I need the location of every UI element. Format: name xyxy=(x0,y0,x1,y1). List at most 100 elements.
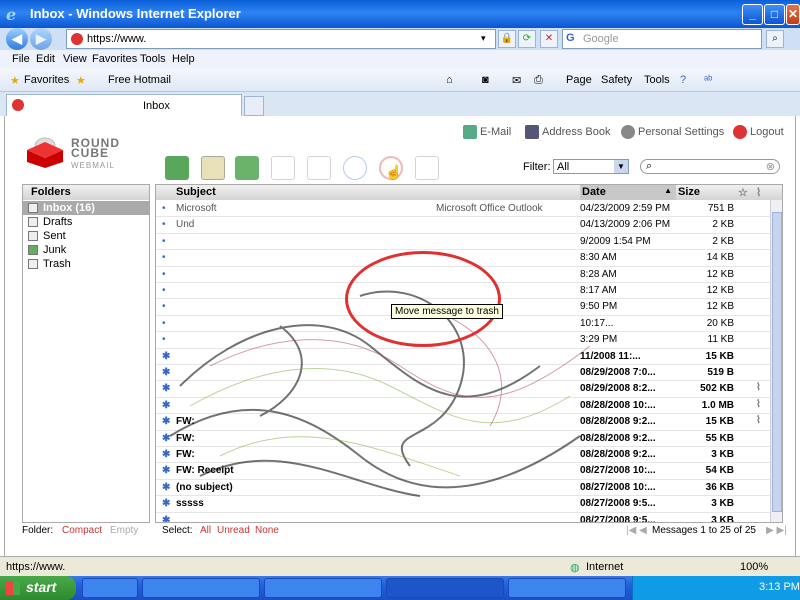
settings-link[interactable]: Personal Settings xyxy=(621,125,724,139)
read-icon: • xyxy=(162,285,166,296)
logout-link[interactable]: Logout xyxy=(733,125,784,139)
table-row[interactable]: • Microsoft Microsoft Office Outlook 04/23/… xyxy=(156,201,770,218)
check-mail-button[interactable] xyxy=(165,156,189,180)
table-row[interactable]: ✱ FW: 08/28/2008 9:2... 3 KB xyxy=(156,447,770,464)
reply-all-button[interactable] xyxy=(307,156,331,180)
message-list-header: Subject Date ▲ Size ☆ ⌇ xyxy=(156,185,782,200)
table-row[interactable]: ✱ sssss 08/27/2008 9:5... 3 KB xyxy=(156,496,770,513)
filter-select[interactable]: All ▼ xyxy=(553,159,629,174)
maximize-button[interactable]: □ xyxy=(764,4,785,25)
table-row[interactable]: ✱ 08/29/2008 7:0... 519 B xyxy=(156,365,770,382)
email-link[interactable]: E-Mail xyxy=(463,125,511,139)
menu-file[interactable]: File xyxy=(12,53,30,65)
message-size: 3 KB xyxy=(711,514,734,523)
spell-icon[interactable]: ᵃᵇ xyxy=(704,74,712,86)
reply-button[interactable] xyxy=(271,156,295,180)
compose-button[interactable] xyxy=(201,156,225,180)
table-row[interactable]: ✱ 11/2008 11:... 15 KB xyxy=(156,349,770,365)
message-size: 20 KB xyxy=(706,317,734,329)
table-row[interactable]: ✱ 08/28/2008 10:... 1.0 MB ⌇ xyxy=(156,398,770,415)
mail-icon[interactable]: ✉ xyxy=(512,74,521,87)
home-icon[interactable]: ⌂ xyxy=(446,74,453,86)
free-hotmail-link[interactable]: Free Hotmail xyxy=(108,74,171,86)
attachment-icon: ⌇ xyxy=(756,382,761,394)
quicklaunch[interactable] xyxy=(82,578,138,598)
refresh-icon[interactable]: ⟳ xyxy=(518,30,536,48)
table-row[interactable]: ✱ FW: Receipt 08/27/2008 10:... 54 KB xyxy=(156,463,770,480)
taskbar-item-2[interactable] xyxy=(264,578,382,598)
folder-drafts[interactable]: Drafts xyxy=(23,215,149,229)
taskbar-item-3[interactable] xyxy=(508,578,626,598)
taskbar-item-1[interactable] xyxy=(142,578,260,598)
clear-icon[interactable]: ⊗ xyxy=(766,160,775,173)
menu-tools[interactable]: Tools xyxy=(140,53,166,65)
add-favorite-icon[interactable]: ★ xyxy=(76,74,86,87)
next-page-icon[interactable]: ▶ ▶| xyxy=(766,525,787,536)
menu-help[interactable]: Help xyxy=(172,53,195,65)
chevron-down-icon[interactable]: ▾ xyxy=(481,33,486,44)
table-row[interactable]: • 9/2009 1:54 PM 2 KB xyxy=(156,234,770,251)
select-unread-link[interactable]: Unread xyxy=(217,525,250,536)
table-row[interactable]: ✱ FW: 08/28/2008 9:2... 15 KB ⌇ xyxy=(156,414,770,431)
lock-icon[interactable]: 🔒 xyxy=(498,30,516,48)
table-row[interactable]: ✱ 08/27/2008 9:5... 3 KB xyxy=(156,513,770,523)
new-tab-button[interactable] xyxy=(244,96,264,116)
table-row[interactable]: ✱ FW: 08/28/2008 9:2... 55 KB xyxy=(156,431,770,447)
forward-button-mail[interactable] xyxy=(343,156,367,180)
mark-button[interactable] xyxy=(235,156,259,180)
address-bar[interactable]: https://www. ▾ xyxy=(66,29,496,49)
hand-cursor-icon: ☝ xyxy=(385,164,403,180)
subject-column-header[interactable]: Subject xyxy=(176,186,216,198)
size-column-header[interactable]: Size xyxy=(678,186,700,198)
table-row[interactable]: ✱ (no subject) 08/27/2008 10:... 36 KB xyxy=(156,480,770,497)
zoom-level[interactable]: 100% xyxy=(740,561,768,573)
scrollbar-thumb[interactable] xyxy=(772,212,782,512)
start-button[interactable]: start xyxy=(0,576,76,600)
back-button[interactable]: ◀ xyxy=(6,28,28,50)
message-date: 08/28/2008 9:2... xyxy=(580,416,656,428)
select-none-link[interactable]: None xyxy=(255,525,279,536)
close-button[interactable]: ✕ xyxy=(786,4,800,25)
search-input[interactable]: G Google xyxy=(562,29,762,49)
safety-menu[interactable]: Safety xyxy=(601,74,632,86)
forward-button[interactable]: ▶ xyxy=(30,28,52,50)
read-icon: • xyxy=(162,334,166,346)
print-icon[interactable]: ⎙ xyxy=(534,74,543,87)
flag-star-icon[interactable]: ☆ xyxy=(738,186,748,199)
folder-junk[interactable]: Junk xyxy=(23,243,149,257)
first-page-icon[interactable]: |◀ ◀ xyxy=(626,525,647,536)
unread-icon: ✱ xyxy=(162,350,171,362)
addressbook-link[interactable]: Address Book xyxy=(525,125,610,139)
date-column-header[interactable]: Date ▲ xyxy=(580,185,676,200)
message-date: 8:30 AM xyxy=(580,252,617,264)
help-icon[interactable]: ? xyxy=(680,74,686,86)
feeds-icon[interactable]: ◙ xyxy=(482,74,489,86)
inbox-icon xyxy=(28,203,38,213)
compact-link[interactable]: Compact xyxy=(62,525,102,536)
message-size: 11 KB xyxy=(707,334,735,346)
folder-sent[interactable]: Sent xyxy=(23,229,149,243)
empty-link[interactable]: Empty xyxy=(110,525,138,536)
folder-trash[interactable]: Trash xyxy=(23,257,149,271)
message-date: 8:28 AM xyxy=(580,268,617,280)
print-button[interactable] xyxy=(415,156,439,180)
taskbar-item-ie[interactable] xyxy=(386,578,504,598)
stop-icon[interactable]: ✕ xyxy=(540,30,558,48)
table-row[interactable]: • Und 04/13/2009 2:06 PM 2 KB xyxy=(156,217,770,234)
menu-favorites[interactable]: Favorites xyxy=(92,53,137,65)
unread-icon: ✱ xyxy=(162,367,171,378)
menu-edit[interactable]: Edit xyxy=(36,53,55,65)
mail-search-input[interactable]: ⌕ ⊗ xyxy=(640,159,780,174)
tools-menu[interactable]: Tools xyxy=(644,74,670,86)
minimize-button[interactable]: _ xyxy=(742,4,763,25)
page-menu[interactable]: Page xyxy=(566,74,592,86)
menu-view[interactable]: View xyxy=(63,53,87,65)
scrollbar[interactable] xyxy=(770,200,782,522)
tab-inbox[interactable]: Inbox xyxy=(6,94,242,116)
table-row[interactable]: ✱ 08/29/2008 8:2... 502 KB ⌇ xyxy=(156,381,770,398)
search-icon[interactable]: ⌕ xyxy=(766,30,784,48)
folder-inbox[interactable]: Inbox (16) xyxy=(23,201,149,215)
favorites-button[interactable]: Favorites xyxy=(24,74,69,86)
select-all-link[interactable]: All xyxy=(200,525,211,536)
attachment-icon: ⌇ xyxy=(756,415,761,427)
